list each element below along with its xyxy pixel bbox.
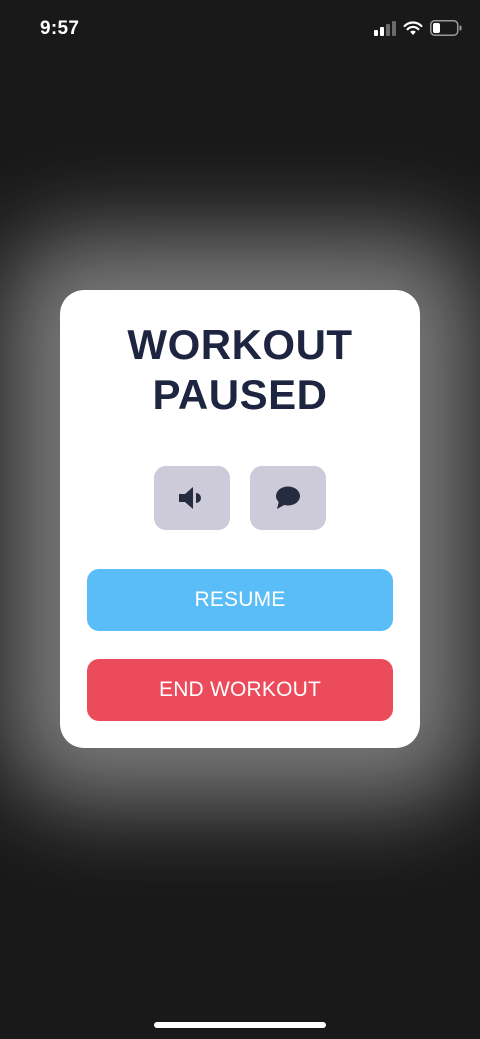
title-line-1: WORKOUT bbox=[127, 321, 353, 368]
speaker-icon bbox=[179, 487, 201, 509]
status-bar: 9:57 bbox=[0, 0, 480, 60]
wifi-icon bbox=[403, 21, 423, 35]
dialog-title: WORKOUT PAUSED bbox=[60, 320, 420, 420]
cellular-signal-icon bbox=[374, 21, 396, 36]
home-indicator[interactable] bbox=[154, 1022, 326, 1028]
status-icons bbox=[374, 20, 462, 36]
sound-toggle-button[interactable] bbox=[154, 466, 230, 530]
resume-button[interactable]: RESUME bbox=[87, 569, 393, 631]
workout-paused-dialog: WORKOUT PAUSED RESUME END WORKOUT bbox=[60, 290, 420, 748]
voice-feedback-button[interactable] bbox=[250, 466, 326, 530]
chat-bubble-icon bbox=[276, 486, 300, 509]
status-time: 9:57 bbox=[40, 18, 80, 39]
title-line-2: PAUSED bbox=[152, 371, 328, 418]
end-workout-button[interactable]: END WORKOUT bbox=[87, 659, 393, 721]
battery-icon bbox=[430, 20, 462, 36]
